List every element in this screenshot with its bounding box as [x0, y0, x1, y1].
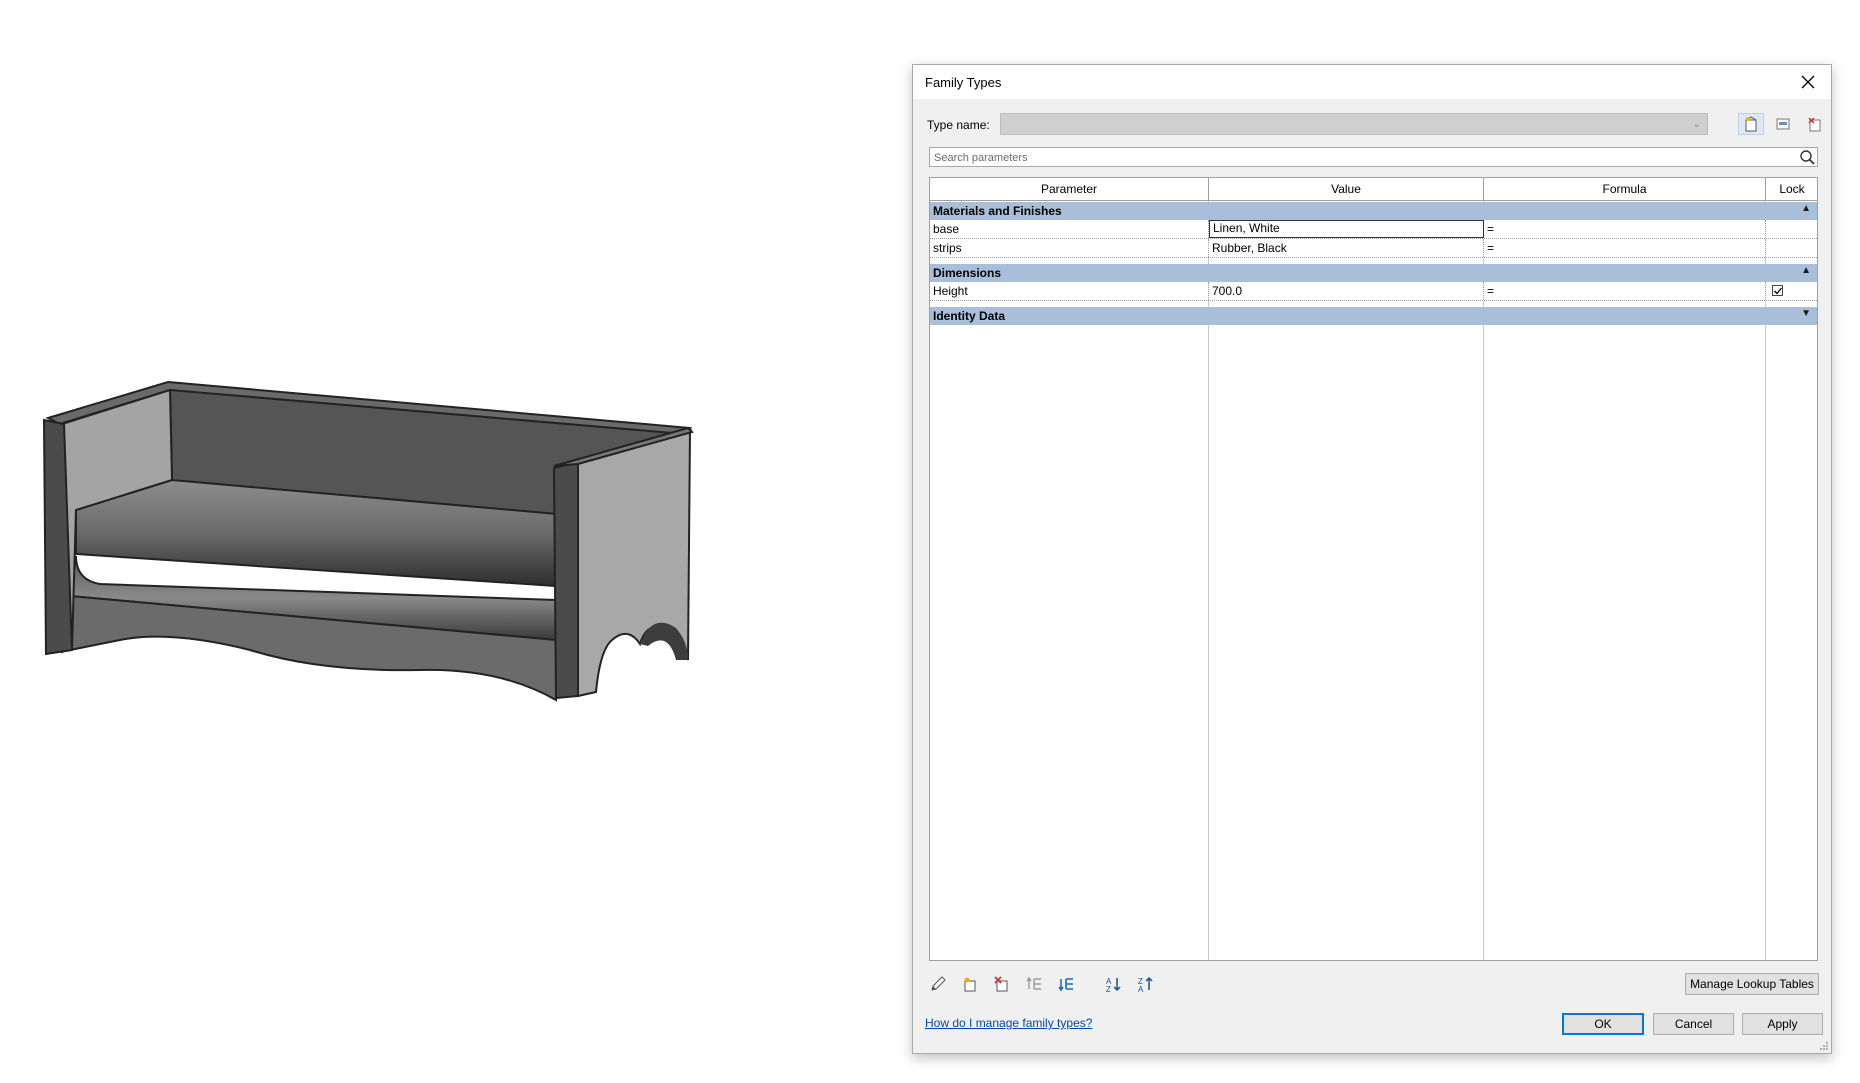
type-name-dropdown[interactable]: ⌄: [1000, 113, 1708, 135]
parameter-name: base: [930, 220, 1209, 238]
parameter-lock-cell: [1766, 282, 1817, 300]
close-icon: [1801, 75, 1815, 89]
group-label: Dimensions: [933, 266, 1002, 280]
sort-ascending-button[interactable]: AZ: [1103, 973, 1125, 995]
sort-descending-button[interactable]: ZA: [1135, 973, 1157, 995]
group-label: Materials and Finishes: [933, 204, 1062, 218]
parameter-row[interactable]: base Linen, White =: [930, 220, 1817, 239]
new-type-button[interactable]: [1738, 113, 1764, 135]
collapse-icon[interactable]: ▲: [1801, 265, 1811, 276]
group-label: Identity Data: [933, 309, 1006, 323]
parameter-value-input[interactable]: Linen, White: [1209, 220, 1484, 238]
3d-viewport[interactable]: [0, 0, 912, 1080]
parameter-name: Height: [930, 282, 1209, 300]
move-down-icon: [1058, 978, 1073, 992]
sort-ascending-icon: AZ: [1106, 977, 1121, 993]
rename-type-button[interactable]: [1770, 113, 1796, 135]
close-button[interactable]: [1785, 65, 1831, 99]
group-header-materials[interactable]: Materials and Finishes ▲: [930, 202, 1817, 220]
parameter-formula[interactable]: =: [1484, 220, 1766, 238]
expand-icon[interactable]: ▼: [1801, 308, 1811, 319]
parameter-row[interactable]: strips Rubber, Black =: [930, 239, 1817, 258]
parameter-value[interactable]: Rubber, Black: [1209, 239, 1484, 257]
svg-text:Z: Z: [1106, 985, 1111, 993]
delete-type-button[interactable]: [1802, 113, 1828, 135]
resize-grip-icon[interactable]: [1819, 1041, 1829, 1051]
column-header-formula[interactable]: Formula: [1484, 178, 1766, 200]
parameter-lock-cell: [1766, 220, 1817, 238]
delete-parameter-button[interactable]: [991, 973, 1013, 995]
parameter-formula[interactable]: =: [1484, 282, 1766, 300]
parameters-grid: Parameter Value Formula Lock Materials a…: [929, 177, 1818, 961]
parameter-lock-cell: [1766, 239, 1817, 257]
parameter-toolbar: AZ ZA: [927, 973, 1187, 997]
parameter-value[interactable]: 700.0: [1209, 282, 1484, 300]
parameter-formula[interactable]: =: [1484, 239, 1766, 257]
sofa-model: [42, 380, 694, 702]
move-down-button[interactable]: [1055, 973, 1077, 995]
group-header-dimensions[interactable]: Dimensions ▲: [930, 264, 1817, 282]
edit-parameter-button[interactable]: [927, 973, 949, 995]
new-type-icon: [1745, 116, 1757, 132]
cancel-button[interactable]: Cancel: [1653, 1013, 1734, 1035]
column-header-value[interactable]: Value: [1209, 178, 1484, 200]
column-header-parameter[interactable]: Parameter: [930, 178, 1209, 200]
svg-text:A: A: [1138, 985, 1144, 993]
dialog-title: Family Types: [925, 75, 1002, 90]
rename-type-icon: [1776, 118, 1790, 130]
collapse-icon[interactable]: ▲: [1801, 203, 1811, 214]
column-header-lock[interactable]: Lock: [1766, 178, 1817, 200]
move-up-button[interactable]: [1023, 973, 1045, 995]
group-header-identity[interactable]: Identity Data ▼: [930, 307, 1817, 325]
grid-header: Parameter Value Formula Lock: [930, 178, 1817, 201]
new-parameter-icon: [964, 977, 976, 992]
move-up-icon: [1026, 976, 1041, 990]
family-types-dialog: Family Types Type name: ⌄ Search paramet…: [912, 64, 1832, 1054]
chevron-down-icon: ⌄: [1692, 119, 1701, 130]
search-icon[interactable]: [1799, 149, 1815, 165]
help-link[interactable]: How do I manage family types?: [925, 1016, 1092, 1030]
parameter-name: strips: [930, 239, 1209, 257]
type-name-label: Type name:: [927, 118, 990, 132]
ok-button[interactable]: OK: [1562, 1013, 1644, 1035]
title-bar[interactable]: Family Types: [913, 65, 1831, 99]
parameter-row[interactable]: Height 700.0 =: [930, 282, 1817, 301]
type-name-row: Type name: ⌄: [925, 111, 1821, 139]
checkmark-icon: [1774, 287, 1783, 295]
sort-descending-icon: ZA: [1138, 976, 1153, 993]
apply-button[interactable]: Apply: [1742, 1013, 1823, 1035]
search-box: [929, 147, 1818, 168]
delete-parameter-icon: [994, 976, 1008, 992]
search-input[interactable]: [932, 148, 1786, 168]
lock-checkbox[interactable]: [1772, 285, 1783, 296]
delete-type-icon: [1808, 117, 1821, 132]
pencil-icon: [931, 976, 946, 991]
new-parameter-button[interactable]: [959, 973, 981, 995]
manage-lookup-tables-button[interactable]: Manage Lookup Tables: [1685, 973, 1819, 995]
